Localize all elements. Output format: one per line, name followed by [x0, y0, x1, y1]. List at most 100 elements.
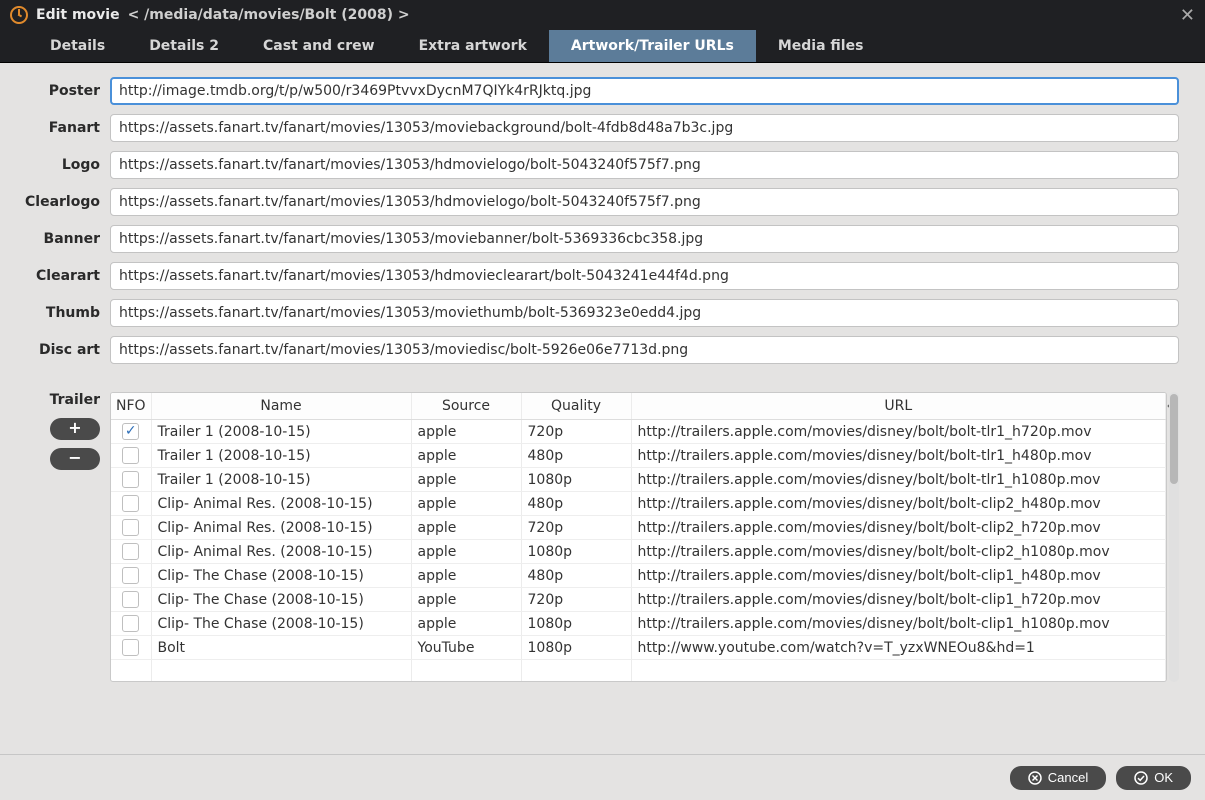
window-title: Edit movie — [36, 7, 120, 23]
nfo-checkbox[interactable] — [122, 591, 139, 608]
cell-name: Trailer 1 (2008-10-15) — [151, 468, 411, 492]
cell-source: apple — [411, 612, 521, 636]
content-pane: Poster Fanart Logo Clearlogo Banner Clearart T… — [0, 63, 1205, 754]
field-label: Banner — [10, 231, 100, 247]
cell-url: http://trailers.apple.com/movies/disney/… — [631, 468, 1166, 492]
field-label: Clearart — [10, 268, 100, 284]
nfo-checkbox[interactable] — [122, 471, 139, 488]
poster-input[interactable] — [110, 77, 1179, 105]
clearart-input[interactable] — [110, 262, 1179, 290]
cell-url: http://trailers.apple.com/movies/disney/… — [631, 540, 1166, 564]
cell-name: Bolt — [151, 636, 411, 660]
field-row-clearlogo: Clearlogo — [10, 188, 1179, 216]
cell-name: Clip- The Chase (2008-10-15) — [151, 588, 411, 612]
window-path: < /media/data/movies/Bolt (2008) > — [128, 7, 410, 23]
nfo-checkbox[interactable] — [122, 615, 139, 632]
nfo-checkbox[interactable] — [122, 567, 139, 584]
tab-media-files[interactable]: Media files — [756, 30, 886, 62]
cell-source: YouTube — [411, 636, 521, 660]
nfo-checkbox[interactable] — [122, 639, 139, 656]
table-row[interactable]: Trailer 1 (2008-10-15)apple480phttp://tr… — [111, 444, 1166, 468]
trailer-label: Trailer — [10, 392, 100, 408]
nfo-checkbox[interactable]: ✓ — [122, 423, 139, 440]
column-header-name[interactable]: Name — [151, 393, 411, 420]
cell-quality: 480p — [521, 444, 631, 468]
field-label: Poster — [10, 83, 100, 99]
remove-trailer-button[interactable]: − — [50, 448, 100, 470]
banner-input[interactable] — [110, 225, 1179, 253]
trailer-table[interactable]: NFONameSourceQualityURL ✓ Trailer 1 (2008… — [110, 392, 1167, 682]
field-label: Fanart — [10, 120, 100, 136]
field-label: Clearlogo — [10, 194, 100, 210]
cell-quality: 1080p — [521, 540, 631, 564]
table-row[interactable]: Clip- The Chase (2008-10-15)apple480phtt… — [111, 564, 1166, 588]
table-row[interactable]: BoltYouTube1080phttp://www.youtube.com/w… — [111, 636, 1166, 660]
column-header-url[interactable]: URL — [631, 393, 1166, 420]
cell-source: apple — [411, 540, 521, 564]
field-row-disc-art: Disc art — [10, 336, 1179, 364]
tab-details[interactable]: Details — [28, 30, 127, 62]
trailer-section: Trailer + − NFONameSourceQualityURL ✓ Tra… — [10, 392, 1179, 682]
cell-quality: 480p — [521, 492, 631, 516]
footer: Cancel OK — [0, 754, 1205, 800]
cell-quality: 720p — [521, 516, 631, 540]
cell-quality: 1080p — [521, 612, 631, 636]
cell-url: http://trailers.apple.com/movies/disney/… — [631, 444, 1166, 468]
cell-name: Clip- The Chase (2008-10-15) — [151, 612, 411, 636]
close-icon[interactable]: ✕ — [1180, 5, 1195, 26]
table-row[interactable]: ✓Trailer 1 (2008-10-15)apple720phttp://t… — [111, 420, 1166, 444]
cell-name: Clip- Animal Res. (2008-10-15) — [151, 540, 411, 564]
tab-cast-and-crew[interactable]: Cast and crew — [241, 30, 397, 62]
cell-name: Clip- The Chase (2008-10-15) — [151, 564, 411, 588]
field-label: Thumb — [10, 305, 100, 321]
nfo-checkbox[interactable] — [122, 447, 139, 464]
cell-url: http://trailers.apple.com/movies/disney/… — [631, 612, 1166, 636]
table-row[interactable]: Clip- The Chase (2008-10-15)apple1080pht… — [111, 612, 1166, 636]
cell-source: apple — [411, 516, 521, 540]
ok-button-label: OK — [1154, 770, 1173, 785]
app-icon — [10, 6, 28, 24]
ok-button[interactable]: OK — [1116, 766, 1191, 790]
table-row[interactable]: Trailer 1 (2008-10-15)apple1080phttp://t… — [111, 468, 1166, 492]
cancel-button[interactable]: Cancel — [1010, 766, 1106, 790]
cell-url: http://www.youtube.com/watch?v=T_yzxWNEO… — [631, 636, 1166, 660]
cell-quality: 1080p — [521, 636, 631, 660]
field-row-poster: Poster — [10, 77, 1179, 105]
column-header-quality[interactable]: Quality — [521, 393, 631, 420]
table-row[interactable]: Clip- Animal Res. (2008-10-15)apple480ph… — [111, 492, 1166, 516]
column-header-nfo[interactable]: NFO — [111, 393, 151, 420]
logo-input[interactable] — [110, 151, 1179, 179]
add-trailer-button[interactable]: + — [50, 418, 100, 440]
cell-source: apple — [411, 420, 521, 444]
cell-name: Clip- Animal Res. (2008-10-15) — [151, 516, 411, 540]
cell-source: apple — [411, 588, 521, 612]
nfo-checkbox[interactable] — [122, 519, 139, 536]
cell-quality: 720p — [521, 588, 631, 612]
nfo-checkbox[interactable] — [122, 495, 139, 512]
table-row[interactable]: Clip- The Chase (2008-10-15)apple720phtt… — [111, 588, 1166, 612]
nfo-checkbox[interactable] — [122, 543, 139, 560]
fanart-input[interactable] — [110, 114, 1179, 142]
disc-art-input[interactable] — [110, 336, 1179, 364]
field-label: Logo — [10, 157, 100, 173]
titlebar: Edit movie < /media/data/movies/Bolt (20… — [0, 0, 1205, 30]
tab-artwork-trailer-urls[interactable]: Artwork/Trailer URLs — [549, 30, 756, 62]
cell-source: apple — [411, 564, 521, 588]
cell-source: apple — [411, 492, 521, 516]
cell-name: Trailer 1 (2008-10-15) — [151, 420, 411, 444]
tab-extra-artwork[interactable]: Extra artwork — [397, 30, 549, 62]
thumb-input[interactable] — [110, 299, 1179, 327]
window: Edit movie < /media/data/movies/Bolt (20… — [0, 0, 1205, 800]
clearlogo-input[interactable] — [110, 188, 1179, 216]
table-row[interactable]: Clip- Animal Res. (2008-10-15)apple1080p… — [111, 540, 1166, 564]
cell-quality: 480p — [521, 564, 631, 588]
table-row[interactable]: Clip- Animal Res. (2008-10-15)apple720ph… — [111, 516, 1166, 540]
cancel-button-label: Cancel — [1048, 770, 1088, 785]
field-label: Disc art — [10, 342, 100, 358]
column-header-source[interactable]: Source — [411, 393, 521, 420]
tabbar: DetailsDetails 2Cast and crewExtra artwo… — [0, 30, 1205, 63]
table-scrollbar[interactable] — [1169, 392, 1179, 682]
tab-details-2[interactable]: Details 2 — [127, 30, 241, 62]
table-row-empty — [111, 660, 1166, 683]
cell-url: http://trailers.apple.com/movies/disney/… — [631, 564, 1166, 588]
